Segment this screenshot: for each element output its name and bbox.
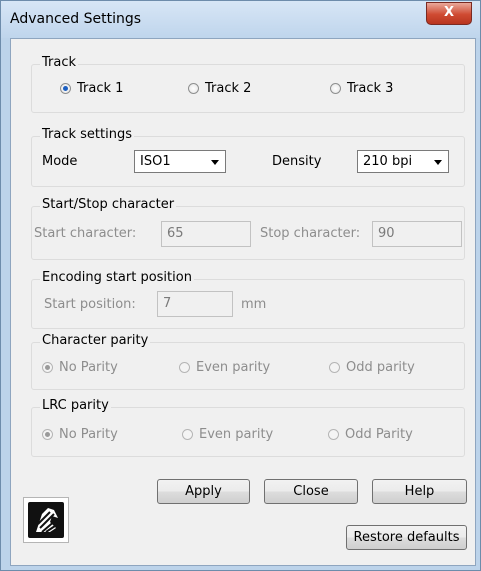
radio-unselected-icon	[182, 429, 193, 440]
close-icon: X	[443, 5, 455, 20]
start-position-value: 7	[163, 296, 172, 311]
radio-char-no-parity-label: No Parity	[59, 360, 118, 375]
close-button[interactable]: Close	[264, 479, 358, 504]
radio-unselected-icon	[330, 83, 341, 94]
stop-character-value: 90	[378, 226, 395, 241]
radio-lrc-no-parity[interactable]: No Parity	[42, 427, 118, 442]
start-character-field[interactable]: 65	[161, 221, 251, 247]
radio-unselected-icon	[328, 429, 339, 440]
title-bar[interactable]: Advanced Settings X	[1, 1, 480, 38]
radio-char-even-parity[interactable]: Even parity	[179, 360, 270, 375]
dialog-body: Track Track 1 Track 2 Track 3 Track sett…	[10, 38, 476, 566]
chevron-down-icon	[211, 160, 219, 165]
radio-char-even-parity-label: Even parity	[196, 360, 271, 375]
radio-track-2-label: Track 2	[205, 81, 252, 96]
zebra-logo-icon	[23, 497, 69, 543]
track-settings-group: Track settings Mode ISO1 Density 210 bpi	[31, 127, 465, 187]
radio-char-no-parity[interactable]: No Parity	[42, 360, 118, 375]
radio-unselected-icon	[188, 83, 199, 94]
start-stop-legend: Start/Stop character	[40, 197, 177, 212]
zebra-head-icon	[36, 508, 59, 533]
encoding-start-legend: Encoding start position	[40, 270, 194, 285]
encoding-start-group: Encoding start position Start position: …	[31, 270, 465, 329]
radio-unselected-icon	[179, 362, 190, 373]
radio-track-1-label: Track 1	[77, 81, 124, 96]
radio-selected-icon	[60, 83, 71, 94]
radio-unselected-icon	[329, 362, 340, 373]
density-value: 210 bpi	[363, 154, 413, 169]
help-button[interactable]: Help	[372, 479, 467, 504]
character-parity-group: Character parity No Parity Even parity O…	[31, 333, 465, 390]
track-legend: Track	[40, 55, 79, 70]
stop-character-field[interactable]: 90	[372, 221, 462, 247]
mode-select[interactable]: ISO1	[134, 150, 226, 173]
radio-lrc-even-parity[interactable]: Even parity	[182, 427, 273, 442]
track-settings-legend: Track settings	[40, 127, 134, 142]
start-character-value: 65	[167, 226, 184, 241]
start-position-field[interactable]: 7	[157, 291, 233, 317]
radio-track-3[interactable]: Track 3	[330, 81, 393, 96]
character-parity-legend: Character parity	[40, 333, 151, 348]
radio-char-odd-parity-label: Odd parity	[346, 360, 415, 375]
radio-char-odd-parity[interactable]: Odd parity	[329, 360, 415, 375]
window-title: Advanced Settings	[10, 11, 142, 27]
start-position-unit: mm	[241, 297, 267, 312]
radio-lrc-no-parity-label: No Parity	[59, 427, 118, 442]
stop-character-label: Stop character:	[260, 226, 361, 241]
close-window-button[interactable]: X	[426, 2, 472, 25]
lrc-parity-group: LRC parity No Parity Even parity Odd Par…	[31, 398, 465, 457]
apply-button[interactable]: Apply	[157, 479, 250, 504]
advanced-settings-window: Advanced Settings X Track Track 1 Track …	[0, 0, 481, 571]
radio-lrc-even-parity-label: Even parity	[199, 427, 274, 442]
density-select[interactable]: 210 bpi	[357, 150, 449, 173]
lrc-parity-legend: LRC parity	[40, 398, 111, 413]
mode-label: Mode	[42, 154, 78, 169]
start-position-label: Start position:	[44, 297, 136, 312]
track-group: Track Track 1 Track 2 Track 3	[31, 55, 465, 113]
radio-track-2[interactable]: Track 2	[188, 81, 251, 96]
density-label: Density	[272, 154, 322, 169]
radio-selected-icon	[42, 429, 53, 440]
start-stop-group: Start/Stop character Start character: 65…	[31, 197, 465, 260]
chevron-down-icon	[434, 160, 442, 165]
radio-lrc-odd-parity-label: Odd Parity	[345, 427, 413, 442]
radio-track-3-label: Track 3	[347, 81, 394, 96]
restore-defaults-button[interactable]: Restore defaults	[346, 525, 467, 550]
radio-lrc-odd-parity[interactable]: Odd Parity	[328, 427, 413, 442]
start-character-label: Start character:	[34, 226, 137, 241]
mode-value: ISO1	[140, 154, 171, 169]
radio-selected-icon	[42, 362, 53, 373]
radio-track-1[interactable]: Track 1	[60, 81, 123, 96]
